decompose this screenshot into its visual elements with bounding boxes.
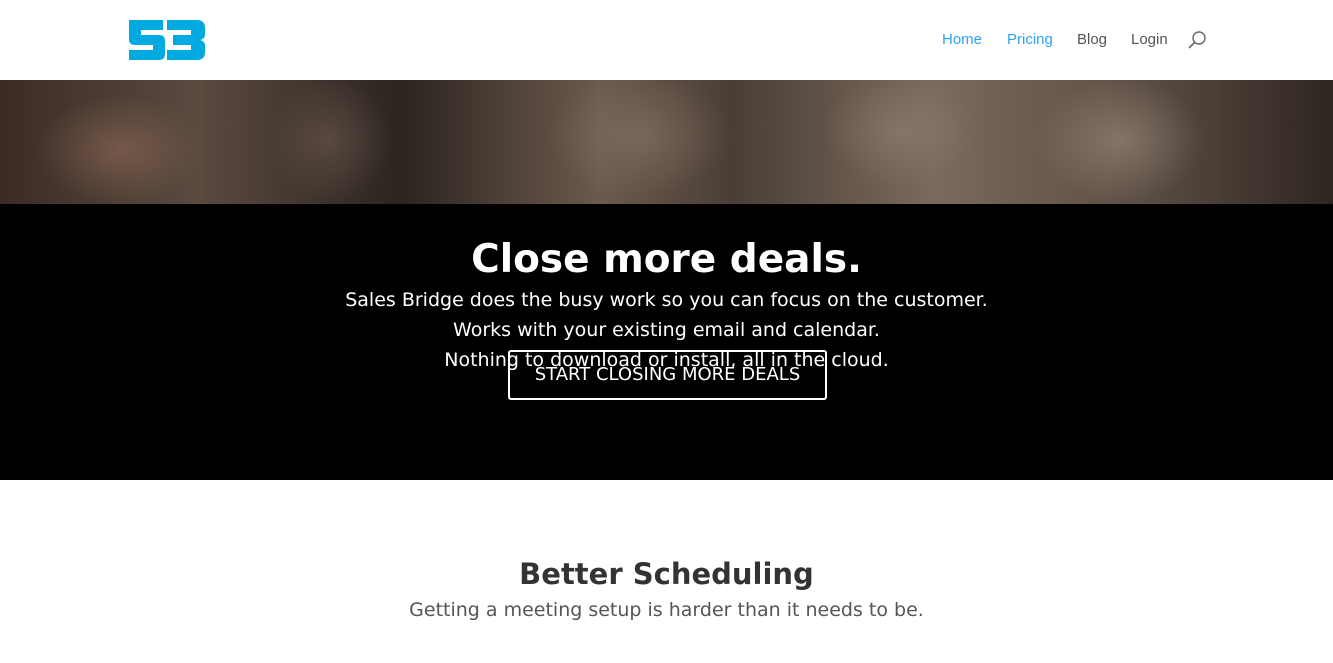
hero-section: Close more deals. Sales Bridge does the … xyxy=(0,80,1333,480)
site-header: Home Pricing Blog Login xyxy=(0,0,1333,80)
start-closing-button[interactable]: START CLOSING MORE DEALS xyxy=(508,350,827,400)
hero-line: Works with your existing email and calen… xyxy=(453,319,880,341)
nav-pricing-link[interactable]: Pricing xyxy=(1007,30,1053,50)
features-section: Better Scheduling Getting a meeting setu… xyxy=(0,480,1333,663)
sales-bridge-logo[interactable] xyxy=(127,18,207,62)
nav-home-link[interactable]: Home xyxy=(942,30,982,50)
nav-login-link[interactable]: Login xyxy=(1131,30,1168,50)
section-title: Better Scheduling xyxy=(519,557,814,591)
hero-title: Close more deals. xyxy=(471,237,862,282)
hero-background-photo xyxy=(0,80,1333,204)
search-icon[interactable] xyxy=(1187,30,1209,52)
section-subtitle: Getting a meeting setup is harder than i… xyxy=(409,599,924,621)
hero-line: Sales Bridge does the busy work so you c… xyxy=(345,289,988,311)
logo-mark xyxy=(129,20,205,60)
nav-blog-link[interactable]: Blog xyxy=(1077,30,1107,50)
